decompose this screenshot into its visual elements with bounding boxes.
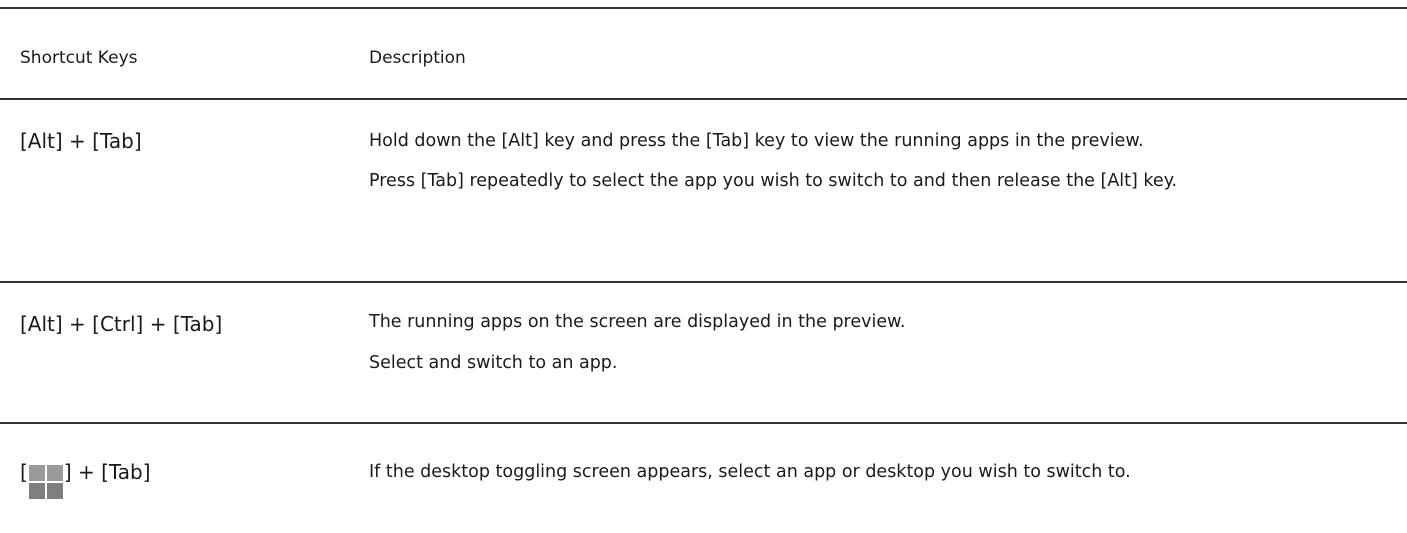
table-row: [Alt] + [Tab] Hold down the [Alt] key an… (0, 100, 1407, 282)
description-cell: If the desktop toggling screen appears, … (369, 458, 1389, 487)
table-row: [ ] + [Tab] If the desktop toggling scree… (0, 424, 1407, 533)
table-header-row: Shortcut Keys Description (0, 0, 1407, 100)
windows-key-icon (28, 465, 63, 499)
header-description: Description (369, 48, 466, 68)
table-row: [Alt] + [Ctrl] + [Tab] The running apps … (0, 283, 1407, 423)
description-line: If the desktop toggling screen appears, … (369, 462, 1131, 482)
description-line: Hold down the [Alt] key and press the [T… (369, 131, 1144, 151)
keys-prefix: [ (20, 460, 28, 484)
description-line: Select and switch to an app. (369, 353, 618, 373)
shortcut-keys-cell: [Alt] + [Ctrl] + [Tab] (20, 312, 223, 336)
description-line: The running apps on the screen are displ… (369, 312, 906, 332)
description-line: Press [Tab] repeatedly to select the app… (369, 171, 1178, 191)
header-shortcut-keys: Shortcut Keys (20, 48, 138, 68)
shortcut-keys-cell: [Alt] + [Tab] (20, 129, 142, 153)
shortcut-keys-cell: [ ] + [Tab] (20, 458, 151, 499)
keys-suffix: ] + [Tab] (63, 460, 151, 484)
description-cell: The running apps on the screen are displ… (369, 308, 1389, 378)
description-cell: Hold down the [Alt] key and press the [T… (369, 127, 1389, 196)
